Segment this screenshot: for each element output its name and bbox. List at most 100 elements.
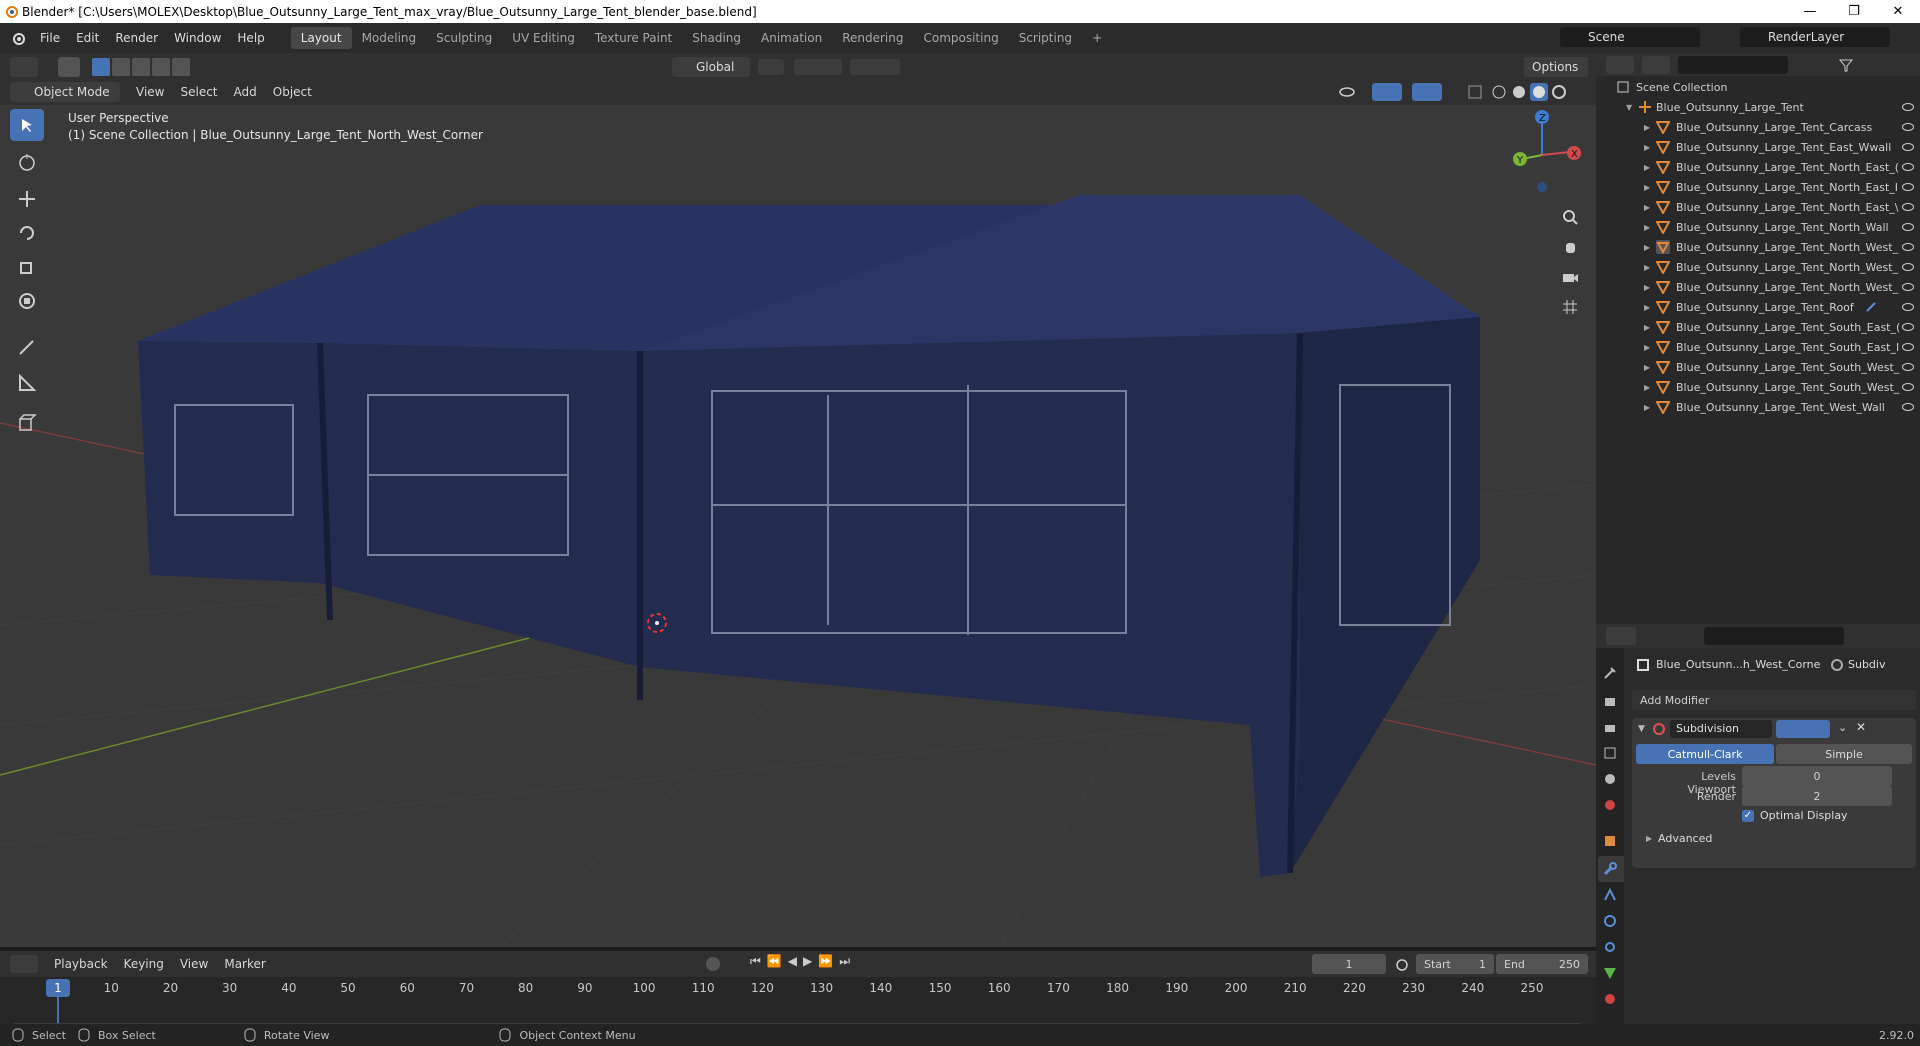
current-frame-field[interactable]: 1: [1312, 954, 1386, 974]
eye-icon[interactable]: [1902, 323, 1914, 331]
expand-toggle[interactable]: ▶: [1644, 323, 1650, 332]
xray-toggle-button[interactable]: [1466, 83, 1484, 101]
scene-tab-icon[interactable]: [1603, 772, 1617, 786]
material-shading-icon[interactable]: [1530, 83, 1548, 101]
options-dropdown[interactable]: Options: [1524, 57, 1588, 77]
add-modifier-dropdown[interactable]: Add Modifier: [1632, 690, 1916, 710]
overlays-toggle-button[interactable]: [1412, 83, 1442, 101]
eye-icon[interactable]: [1902, 403, 1914, 411]
cursor-tool[interactable]: [10, 147, 44, 179]
outliner-scene-collection[interactable]: Scene Collection: [1596, 77, 1920, 97]
tab-modeling[interactable]: Modeling: [352, 27, 427, 49]
select-tool-icon[interactable]: [58, 57, 80, 77]
expand-toggle[interactable]: ▶: [1644, 363, 1650, 372]
scene-selector[interactable]: Scene: [1560, 27, 1700, 47]
menu-keying[interactable]: Keying: [116, 955, 172, 973]
outliner-editor-type[interactable]: [1606, 55, 1634, 74]
pivot-point-button[interactable]: [758, 59, 784, 75]
minimize-button[interactable]: —: [1788, 0, 1832, 23]
tab-uv-editing[interactable]: UV Editing: [502, 27, 585, 49]
maximize-button[interactable]: ❐: [1832, 0, 1876, 23]
display-mode-dropdown[interactable]: [1642, 55, 1670, 74]
outliner-parent-row[interactable]: ▼ Blue_Outsunny_Large_Tent: [1596, 97, 1920, 117]
gizmo-toggle-button[interactable]: [1372, 83, 1402, 101]
jump-end-button[interactable]: ⏭: [839, 954, 850, 969]
menu-playback[interactable]: Playback: [46, 955, 116, 973]
outliner-item[interactable]: ▶ Blue_Outsunny_Large_Tent_South_East_I: [1596, 337, 1920, 357]
expand-toggle[interactable]: ▶: [1644, 143, 1650, 152]
outliner-item[interactable]: ▶ Blue_Outsunny_Large_Tent_South_East_(: [1596, 317, 1920, 337]
visibility-dropdown[interactable]: [1336, 83, 1366, 101]
eye-icon[interactable]: [1902, 183, 1914, 191]
menu-timeline-view[interactable]: View: [172, 955, 216, 973]
physics-tab-icon[interactable]: [1603, 914, 1617, 928]
add-workspace-button[interactable]: +: [1082, 27, 1112, 49]
zoom-button[interactable]: [1556, 203, 1584, 231]
tab-sculpting[interactable]: Sculpting: [426, 27, 502, 49]
eye-icon[interactable]: [1902, 263, 1914, 271]
modifier-tab[interactable]: [1598, 856, 1624, 882]
move-tool[interactable]: [10, 183, 44, 215]
play-button[interactable]: ▶: [803, 954, 812, 969]
menu-file[interactable]: File: [32, 31, 68, 45]
navigation-gizmo[interactable]: Z X Y: [1500, 107, 1590, 197]
editor-type-button[interactable]: [10, 57, 38, 77]
menu-object[interactable]: Object: [265, 83, 320, 101]
particles-tab-icon[interactable]: [1603, 888, 1617, 902]
properties-search-input[interactable]: [1704, 627, 1844, 645]
expand-toggle[interactable]: ▶: [1644, 243, 1650, 252]
tab-scripting[interactable]: Scripting: [1009, 27, 1082, 49]
menu-window[interactable]: Window: [166, 31, 229, 45]
modifier-remove-button[interactable]: ✕: [1856, 720, 1866, 734]
menu-marker[interactable]: Marker: [216, 955, 273, 973]
eye-icon[interactable]: [1902, 283, 1914, 291]
wireframe-shading-icon[interactable]: [1490, 83, 1508, 101]
menu-render[interactable]: Render: [107, 31, 166, 45]
tab-compositing[interactable]: Compositing: [913, 27, 1008, 49]
eye-icon[interactable]: [1902, 223, 1914, 231]
timeline-editor-type[interactable]: [10, 955, 38, 973]
proportional-edit-button[interactable]: [850, 59, 900, 75]
select-box-tool[interactable]: [10, 109, 44, 141]
outliner-item[interactable]: ▶ Blue_Outsunny_Large_Tent_West_Wall: [1596, 397, 1920, 417]
annotate-tool[interactable]: [10, 331, 44, 363]
3d-viewport[interactable]: User Perspective (1) Scene Collection | …: [0, 105, 1596, 947]
eye-icon[interactable]: [1902, 123, 1914, 131]
eye-icon[interactable]: [1902, 243, 1914, 251]
eye-icon[interactable]: [1902, 163, 1914, 171]
outliner-item[interactable]: ▶ Blue_Outsunny_Large_Tent_North_West_: [1596, 277, 1920, 297]
outliner-item[interactable]: ▶ Blue_Outsunny_Large_Tent_Roof: [1596, 297, 1920, 317]
camera-view-button[interactable]: [1556, 263, 1584, 291]
menu-help[interactable]: Help: [229, 31, 272, 45]
pan-button[interactable]: [1556, 233, 1584, 261]
modifier-name-field[interactable]: Subdivision: [1670, 720, 1772, 738]
close-button[interactable]: ✕: [1876, 0, 1920, 23]
tab-animation[interactable]: Animation: [751, 27, 832, 49]
properties-editor-type[interactable]: [1606, 627, 1636, 645]
end-frame-field[interactable]: End 250: [1496, 954, 1588, 974]
advanced-toggle[interactable]: ▶: [1646, 834, 1652, 843]
snap-button[interactable]: [794, 59, 842, 75]
record-button[interactable]: [706, 957, 720, 971]
selection-mode-buttons[interactable]: [92, 58, 190, 76]
catmull-clark-button[interactable]: Catmull-Clark: [1636, 744, 1774, 764]
output-tab-icon[interactable]: [1603, 720, 1617, 734]
object-tab-icon[interactable]: [1603, 834, 1617, 848]
expand-toggle[interactable]: ▶: [1644, 303, 1650, 312]
expand-toggle[interactable]: ▶: [1644, 223, 1650, 232]
rendered-shading-icon[interactable]: [1550, 83, 1568, 101]
shading-mode-buttons[interactable]: [1490, 83, 1568, 101]
expand-toggle[interactable]: ▶: [1644, 263, 1650, 272]
add-cube-tool[interactable]: [10, 407, 44, 439]
constraints-tab-icon[interactable]: [1603, 940, 1617, 954]
tab-layout[interactable]: Layout: [290, 27, 352, 49]
modifier-options-dropdown[interactable]: ⌄: [1838, 721, 1847, 734]
blender-menu-icon[interactable]: [10, 30, 26, 46]
render-tab-icon[interactable]: [1603, 694, 1617, 708]
measure-tool[interactable]: [10, 367, 44, 399]
rotate-tool[interactable]: [10, 217, 44, 249]
material-tab-icon[interactable]: [1603, 992, 1617, 1006]
gizmo-neg-z-axis[interactable]: [1537, 182, 1547, 192]
menu-view[interactable]: View: [128, 83, 172, 101]
outliner-item[interactable]: ▶ Blue_Outsunny_Large_Tent_Carcass: [1596, 117, 1920, 137]
